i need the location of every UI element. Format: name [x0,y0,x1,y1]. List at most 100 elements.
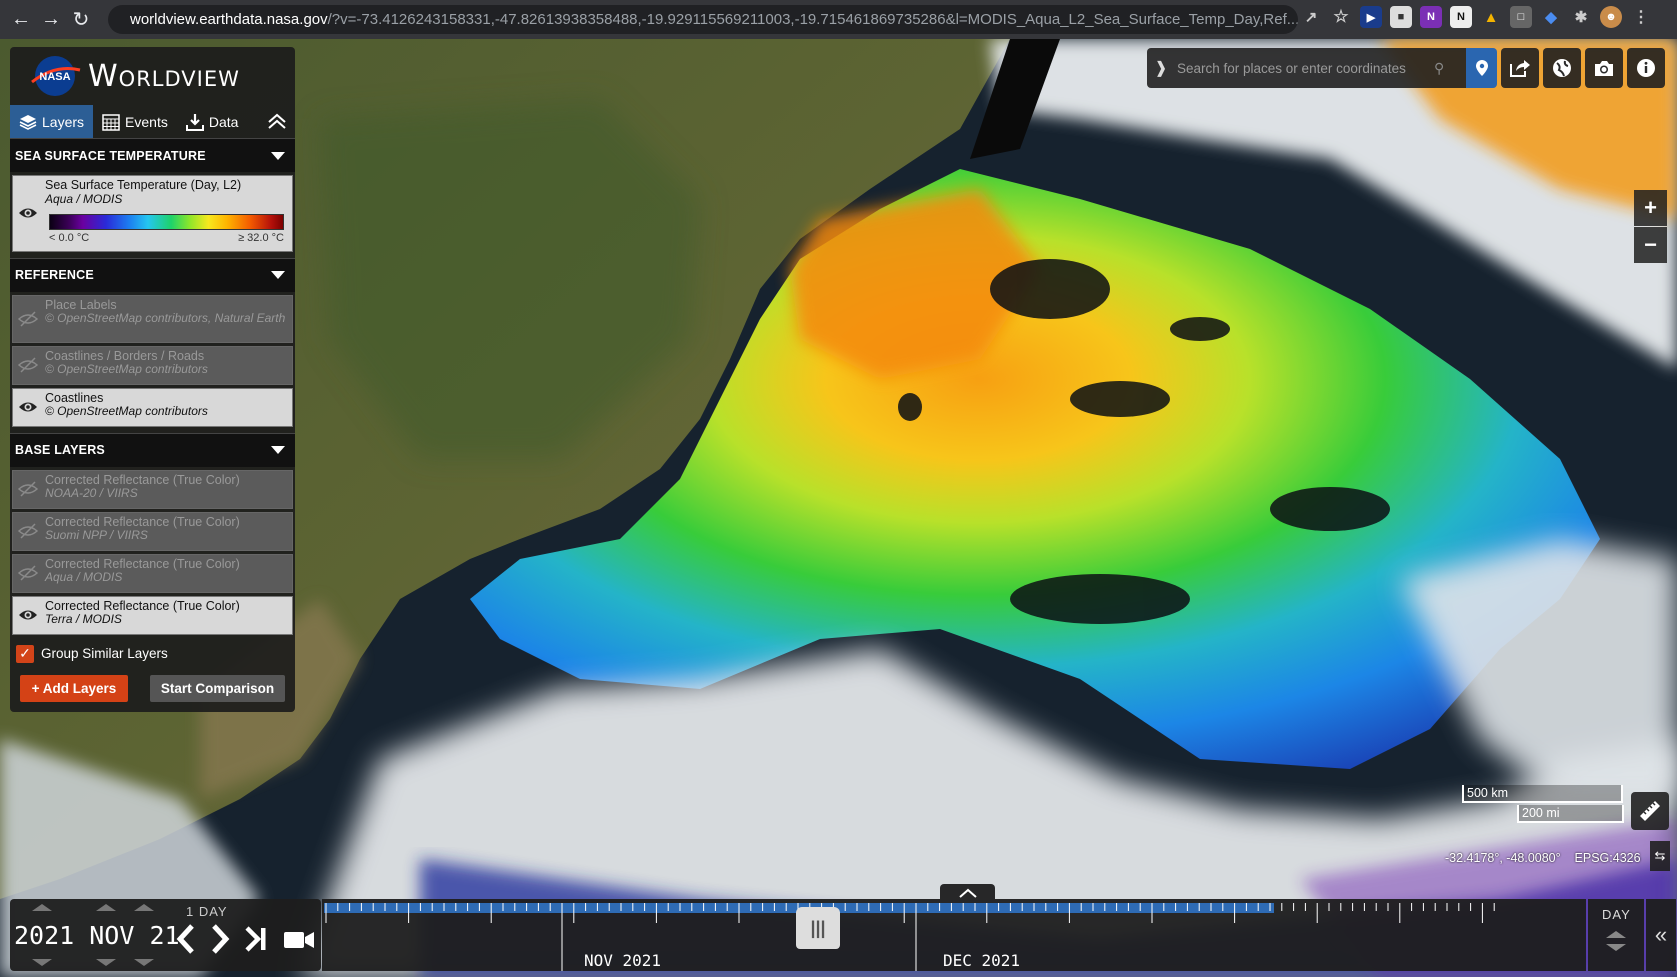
layer-title: Corrected Reflectance (True Color) [45,514,240,529]
timeline-slider-handle[interactable]: ||| [796,907,840,949]
chevron-left-icon[interactable] [172,923,200,955]
visibility-toggle[interactable] [13,296,43,342]
location-search[interactable]: ❱ ⚲ [1147,48,1470,88]
layer-item[interactable]: Sea Surface Temperature (Day, L2) Aqua /… [12,175,293,252]
day-down-icon[interactable] [134,959,154,966]
skip-to-today-icon[interactable] [244,925,270,953]
forward-icon[interactable]: → [36,5,66,35]
search-input[interactable] [1175,59,1434,77]
puzzle-icon[interactable]: ✱ [1570,6,1592,28]
visibility-toggle[interactable] [13,347,43,384]
share-button[interactable] [1501,48,1539,88]
sidebar-tabs: Layers Events Data [10,105,295,138]
zoom-level-down-icon[interactable] [1606,944,1626,951]
group-header-base-layers[interactable]: BASE LAYERS [10,432,295,467]
layer-item[interactable]: Coastlines © OpenStreetMap contributors [12,387,293,427]
chevron-down-icon[interactable] [271,446,285,454]
layer-item[interactable]: Corrected Reflectance (True Color) Terra… [12,595,293,635]
group-header-reference[interactable]: REFERENCE [10,257,295,292]
start-comparison-button[interactable]: Start Comparison [150,674,285,702]
ruler-icon [1640,801,1660,821]
zoom-level-up-icon[interactable] [1606,931,1626,938]
onenote-icon[interactable]: N [1420,6,1442,28]
collapse-timeline-button[interactable]: « [1646,899,1676,971]
location-pin-button[interactable] [1466,48,1497,88]
bookmark-star-icon[interactable]: ☆ [1330,6,1352,28]
layer-title: Coastlines [45,390,104,405]
eye-slash-icon [18,523,38,539]
layer-item[interactable]: Place Labels © OpenStreetMap contributor… [12,294,293,343]
chevron-right-icon[interactable] [206,923,234,955]
timeline-toggle[interactable] [940,884,995,899]
extension-icon[interactable]: ▶ [1360,6,1382,28]
layer-subtitle: Terra / MODIS [45,612,122,626]
color-legend[interactable]: < 0.0 °C ≥ 32.0 °C [49,214,284,246]
layer-item[interactable]: Coastlines / Borders / Roads © OpenStree… [12,345,293,385]
collapse-sidebar-icon[interactable] [265,110,289,134]
coordinates-value: -32.4178°, -48.0080° [1445,851,1561,865]
back-icon[interactable]: ← [6,5,36,35]
group-header-sst[interactable]: SEA SURFACE TEMPERATURE [10,138,295,172]
layer-title: Corrected Reflectance (True Color) [45,472,240,487]
visibility-toggle[interactable] [13,555,43,592]
drive-icon[interactable]: ▲ [1480,6,1502,28]
month-up-icon[interactable] [96,904,116,911]
zoom-level-label: DAY [1602,907,1631,922]
month-label: NOV 2021 [584,951,662,970]
zoom-out-button[interactable]: − [1634,227,1667,263]
tab-layers[interactable]: Layers [10,105,94,138]
layers-icon [19,114,37,130]
info-button[interactable] [1627,48,1665,88]
visibility-toggle[interactable] [13,176,43,251]
tab-events[interactable]: Events [93,105,177,138]
year-down-icon[interactable] [32,959,52,966]
layer-title: Corrected Reflectance (True Color) [45,598,240,613]
extension-icon[interactable]: □ [1510,6,1532,28]
app-title: Worldview [88,58,240,94]
visibility-toggle[interactable] [13,513,43,550]
checkmark-icon[interactable]: ✓ [16,644,34,663]
add-layers-button[interactable]: + Add Layers [20,674,128,702]
layer-item[interactable]: Corrected Reflectance (True Color) NOAA-… [12,469,293,509]
coordinate-format-button[interactable]: ⇆ [1650,841,1670,871]
extension-icon[interactable]: ■ [1390,6,1412,28]
current-date[interactable]: 2021 NOV 21 [14,921,180,950]
timeline-zoom-selector[interactable]: DAY [1588,899,1644,971]
layer-item[interactable]: Corrected Reflectance (True Color) Aqua … [12,553,293,593]
year-up-icon[interactable] [32,904,52,911]
group-similar-option[interactable]: ✓ Group Similar Layers [10,635,295,669]
month-down-icon[interactable] [96,959,116,966]
chevron-down-icon[interactable] [271,151,285,160]
menu-dots-icon[interactable]: ⋮ [1630,6,1652,28]
day-up-icon[interactable] [134,904,154,911]
url-path: /?v=-73.4126243158331,-47.82613938358488… [327,11,1298,28]
layer-title: Place Labels [45,297,117,312]
timeline-track[interactable]: ||| NOV 2021 DEC 2021 [322,899,1586,971]
chevron-down-icon[interactable] [271,271,285,279]
reload-icon[interactable]: ↻ [66,5,96,35]
address-bar[interactable]: worldview.earthdata.nasa.gov/?v=-73.4126… [108,5,1298,34]
interval-label[interactable]: 1 DAY [186,904,228,919]
projection-button[interactable] [1543,48,1581,88]
tab-data[interactable]: Data [177,105,248,138]
layer-subtitle: Suomi NPP / VIIRS [45,528,148,542]
share-page-icon[interactable]: ↗ [1300,6,1322,28]
avatar[interactable]: ☻ [1600,6,1622,28]
eye-slash-icon [18,357,38,373]
extension-icon[interactable]: ◆ [1540,6,1562,28]
visibility-toggle[interactable] [13,597,43,634]
chevron-right-icon[interactable]: ❱ [1147,58,1175,78]
zoom-in-button[interactable]: + [1634,190,1667,226]
search-icon[interactable]: ⚲ [1434,60,1454,77]
layer-subtitle: Aqua / MODIS [45,570,123,584]
visibility-toggle[interactable] [13,471,43,508]
layer-title: Corrected Reflectance (True Color) [45,556,240,571]
notion-icon[interactable]: N [1450,6,1472,28]
snapshot-button[interactable] [1585,48,1623,88]
coordinates-readout[interactable]: -32.4178°, -48.0080° EPSG:4326 [1445,851,1641,865]
date-selector: 2021 NOV 21 1 DAY [10,899,321,971]
layer-item[interactable]: Corrected Reflectance (True Color) Suomi… [12,511,293,551]
video-camera-icon[interactable] [283,929,315,951]
measure-button[interactable] [1631,792,1669,830]
visibility-toggle[interactable] [13,389,43,426]
